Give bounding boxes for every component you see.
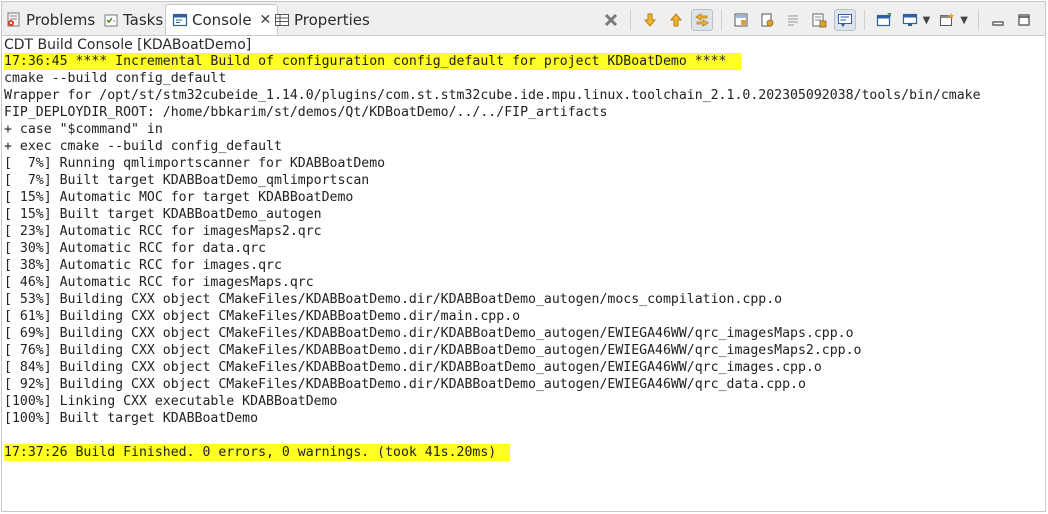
- console-line: [ 76%] Building CXX object CMakeFiles/KD…: [4, 342, 1044, 359]
- minimize-icon[interactable]: [987, 9, 1009, 31]
- console-line-text: [ 46%] Automatic RCC for imagesMaps.qrc: [4, 275, 314, 290]
- console-line: + case "$command" in: [4, 121, 1044, 138]
- terminate-icon[interactable]: [600, 9, 622, 31]
- console-view: Problems Tasks Console ✕ Properties ▼ ▼ …: [1, 1, 1046, 512]
- console-line-text: [ 61%] Building CXX object CMakeFiles/KD…: [4, 309, 521, 324]
- tab-problems-label: Problems: [26, 11, 96, 29]
- scroll-lock-icon[interactable]: [730, 9, 752, 31]
- word-wrap-icon[interactable]: [833, 9, 856, 31]
- pin-console-icon[interactable]: [756, 9, 778, 31]
- chevron-down-icon[interactable]: ▼: [923, 15, 931, 26]
- console-line-text: [ 23%] Automatic RCC for imagesMaps2.qrc: [4, 224, 322, 239]
- console-line: [100%] Built target KDABBoatDemo: [4, 410, 1044, 427]
- view-tab-bar: Problems Tasks Console ✕ Properties ▼ ▼: [2, 2, 1045, 36]
- clear-console-icon[interactable]: [782, 9, 804, 31]
- console-line-text: [ 84%] Building CXX object CMakeFiles/KD…: [4, 360, 822, 375]
- console-line-text: [ 7%] Running qmlimportscanner for KDABB…: [4, 156, 386, 171]
- console-line-text: cmake --build config_default: [4, 71, 227, 86]
- tab-tasks[interactable]: Tasks: [103, 5, 163, 35]
- console-line-text: [ 69%] Building CXX object CMakeFiles/KD…: [4, 326, 854, 341]
- console-line: + exec cmake --build config_default: [4, 138, 1044, 155]
- tab-properties-label: Properties: [294, 11, 370, 29]
- console-line: Wrapper for /opt/st/stm32cubeide_1.14.0/…: [4, 87, 1044, 104]
- console-line: 17:36:45 **** Incremental Build of confi…: [4, 53, 1044, 70]
- console-line-text: [ 15%] Automatic MOC for target KDABBoat…: [4, 190, 354, 205]
- copy-build-log-icon[interactable]: [808, 9, 830, 31]
- console-line: [ 7%] Built target KDABBoatDemo_qmlimpor…: [4, 172, 1044, 189]
- tab-problems[interactable]: Problems: [6, 5, 95, 35]
- console-line-text: [100%] Linking CXX executable KDABBoatDe…: [4, 394, 338, 409]
- console-line: cmake --build config_default: [4, 70, 1044, 87]
- console-line-text: [ 38%] Automatic RCC for images.qrc: [4, 258, 282, 273]
- properties-icon: [274, 12, 290, 28]
- close-icon[interactable]: ✕: [260, 13, 272, 27]
- console-line-text: [ 53%] Building CXX object CMakeFiles/KD…: [4, 292, 783, 307]
- console-output[interactable]: 17:36:45 **** Incremental Build of confi…: [4, 53, 1044, 508]
- console-line-text: [ 7%] Built target KDABBoatDemo_qmlimpor…: [4, 173, 370, 188]
- console-line-text: Wrapper for /opt/st/stm32cubeide_1.14.0/…: [4, 88, 981, 103]
- console-line: [ 84%] Building CXX object CMakeFiles/KD…: [4, 359, 1044, 376]
- console-toolbar: ▼ ▼: [598, 7, 1037, 33]
- console-line: [ 23%] Automatic RCC for imagesMaps2.qrc: [4, 223, 1044, 240]
- console-line-text: [ 30%] Automatic RCC for data.qrc: [4, 241, 267, 256]
- tasks-icon: [103, 12, 119, 28]
- console-line: [ 15%] Built target KDABBoatDemo_autogen: [4, 206, 1044, 223]
- console-line-text: [100%] Built target KDABBoatDemo: [4, 411, 259, 426]
- toolbar-divider: [720, 10, 722, 30]
- console-line-text: FIP_DEPLOYDIR_ROOT: /home/bbkarim/st/dem…: [4, 105, 608, 120]
- console-title: CDT Build Console [KDABoatDemo]: [4, 37, 252, 53]
- tab-tasks-label: Tasks: [123, 11, 164, 29]
- console-line: FIP_DEPLOYDIR_ROOT: /home/bbkarim/st/dem…: [4, 104, 1044, 121]
- chevron-down-icon[interactable]: ▼: [960, 15, 968, 26]
- console-line-text: + case "$command" in: [4, 122, 163, 137]
- next-error-icon[interactable]: [639, 9, 661, 31]
- toolbar-divider: [629, 10, 631, 30]
- toolbar-divider: [978, 10, 979, 30]
- console-line-text: [ 76%] Building CXX object CMakeFiles/KD…: [4, 343, 862, 358]
- console-line: [ 30%] Automatic RCC for data.qrc: [4, 240, 1044, 257]
- console-line: 17:37:26 Build Finished. 0 errors, 0 war…: [4, 444, 1044, 461]
- console-line: [ 92%] Building CXX object CMakeFiles/KD…: [4, 376, 1044, 393]
- console-line-text: + exec cmake --build config_default: [4, 139, 282, 154]
- console-icon: [172, 12, 188, 28]
- new-console-icon[interactable]: [936, 9, 958, 31]
- problems-icon: [6, 12, 22, 28]
- display-selected-console-icon[interactable]: [899, 9, 921, 31]
- console-line-text: [ 92%] Building CXX object CMakeFiles/KD…: [4, 377, 806, 392]
- console-line: [ 61%] Building CXX object CMakeFiles/KD…: [4, 308, 1044, 325]
- maximize-icon[interactable]: [1013, 9, 1035, 31]
- link-to-editor-icon[interactable]: [690, 9, 713, 31]
- console-line: [ 7%] Running qmlimportscanner for KDABB…: [4, 155, 1044, 172]
- toolbar-divider: [863, 10, 865, 30]
- console-line: [ 69%] Building CXX object CMakeFiles/KD…: [4, 325, 1044, 342]
- console-line: [ 46%] Automatic RCC for imagesMaps.qrc: [4, 274, 1044, 291]
- highlighted-console-text: 17:36:45 **** Incremental Build of confi…: [4, 53, 741, 70]
- console-line: [ 38%] Automatic RCC for images.qrc: [4, 257, 1044, 274]
- tab-properties[interactable]: Properties: [274, 5, 370, 35]
- console-line: [ 15%] Automatic MOC for target KDABBoat…: [4, 189, 1044, 206]
- console-line: [ 53%] Building CXX object CMakeFiles/KD…: [4, 291, 1044, 308]
- previous-error-icon[interactable]: [665, 9, 687, 31]
- console-line: [100%] Linking CXX executable KDABBoatDe…: [4, 393, 1044, 410]
- tab-console-label: Console: [192, 10, 252, 29]
- highlighted-console-text: 17:37:26 Build Finished. 0 errors, 0 war…: [4, 444, 511, 461]
- console-line-text: [ 15%] Built target KDABBoatDemo_autogen: [4, 207, 322, 222]
- open-console-icon[interactable]: [873, 9, 895, 31]
- tab-console[interactable]: Console ✕: [165, 4, 279, 35]
